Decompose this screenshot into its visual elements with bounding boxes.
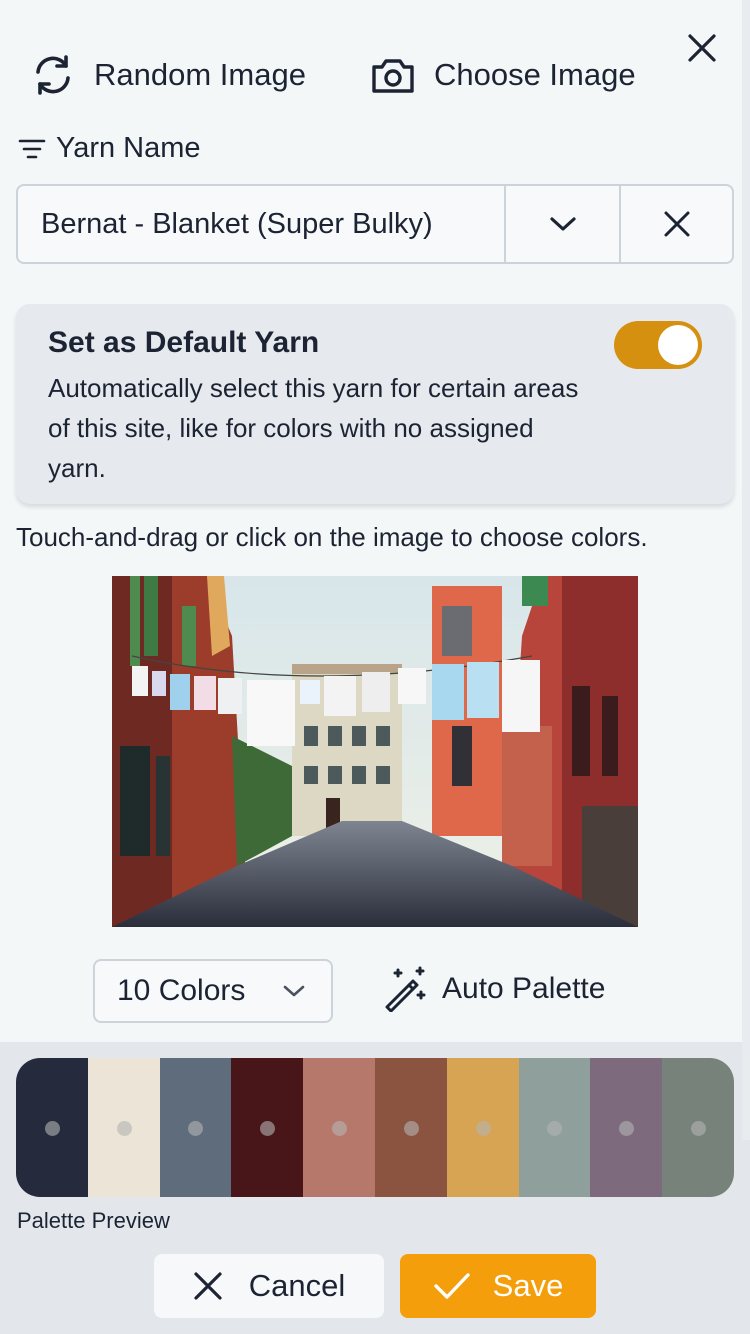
color-count-select[interactable]: 10 Colors bbox=[93, 959, 333, 1023]
swatch-handle[interactable] bbox=[116, 1120, 132, 1136]
chevron-down-icon bbox=[549, 217, 576, 231]
palette-swatch[interactable] bbox=[446, 1058, 519, 1197]
palette-swatch[interactable] bbox=[87, 1058, 160, 1197]
filter-icon bbox=[18, 139, 46, 158]
magic-wand-icon bbox=[385, 966, 426, 1012]
image-hint: Touch-and-drag or click on the image to … bbox=[16, 522, 648, 552]
palette-swatch[interactable] bbox=[662, 1058, 734, 1197]
color-count-value: 10 Colors bbox=[117, 974, 246, 1007]
swatch-handle[interactable] bbox=[547, 1120, 563, 1136]
palette-swatch[interactable] bbox=[518, 1058, 591, 1197]
yarn-name-text: Yarn Name bbox=[56, 132, 201, 164]
save-label: Save bbox=[492, 1268, 564, 1303]
swatch-handle[interactable] bbox=[475, 1120, 491, 1136]
source-image[interactable] bbox=[112, 576, 638, 927]
swatch-handle[interactable] bbox=[403, 1120, 419, 1136]
swatch-handle[interactable] bbox=[619, 1120, 635, 1136]
auto-palette-label: Auto Palette bbox=[442, 972, 606, 1005]
choose-image-button[interactable]: Choose Image bbox=[370, 55, 636, 95]
yarn-dropdown-button[interactable] bbox=[506, 186, 619, 262]
check-icon bbox=[433, 1273, 470, 1299]
random-image-button[interactable]: Random Image bbox=[30, 52, 306, 98]
close-icon bbox=[664, 211, 689, 237]
close-icon bbox=[194, 1272, 222, 1300]
yarn-name-label: Yarn Name bbox=[18, 132, 201, 165]
yarn-select[interactable]: Bernat - Blanket (Super Bulky) bbox=[16, 184, 734, 264]
palette-swatch[interactable] bbox=[590, 1058, 663, 1197]
scrollbar[interactable] bbox=[742, 0, 750, 1140]
close-icon bbox=[688, 34, 716, 62]
palette-swatch[interactable] bbox=[159, 1058, 232, 1197]
swatch-handle[interactable] bbox=[332, 1120, 348, 1136]
chevron-down-icon bbox=[283, 985, 305, 997]
palette-swatch[interactable] bbox=[374, 1058, 447, 1197]
cancel-label: Cancel bbox=[248, 1268, 346, 1303]
image-actions: Random Image Choose Image bbox=[30, 52, 636, 98]
street-photo bbox=[112, 576, 638, 927]
default-yarn-card: Set as Default Yarn Automatically select… bbox=[16, 304, 734, 504]
yarn-select-value[interactable]: Bernat - Blanket (Super Bulky) bbox=[18, 186, 506, 262]
save-button[interactable]: Save bbox=[400, 1254, 596, 1318]
refresh-icon bbox=[36, 55, 70, 95]
toggle-knob bbox=[658, 325, 698, 365]
palette-swatch[interactable] bbox=[231, 1058, 304, 1197]
swatch-handle[interactable] bbox=[260, 1120, 276, 1136]
close-button[interactable] bbox=[682, 28, 722, 68]
default-yarn-title: Set as Default Yarn bbox=[48, 326, 320, 359]
palette-preview-label: Palette Preview bbox=[17, 1208, 170, 1233]
palette-swatch[interactable] bbox=[16, 1058, 88, 1197]
palette-swatch[interactable] bbox=[303, 1058, 375, 1197]
swatch-handle[interactable] bbox=[691, 1120, 707, 1136]
random-image-label: Random Image bbox=[94, 57, 306, 92]
default-yarn-toggle[interactable] bbox=[614, 321, 702, 369]
camera-icon bbox=[372, 59, 414, 93]
choose-image-label: Choose Image bbox=[433, 57, 636, 92]
palette-preview bbox=[16, 1058, 734, 1197]
cancel-button[interactable]: Cancel bbox=[154, 1254, 384, 1318]
yarn-clear-button[interactable] bbox=[619, 186, 732, 262]
auto-palette-button[interactable]: Auto Palette bbox=[382, 966, 605, 1012]
swatch-handle[interactable] bbox=[188, 1120, 204, 1136]
default-yarn-description: Automatically select this yarn for certa… bbox=[48, 373, 579, 483]
swatch-handle[interactable] bbox=[44, 1120, 60, 1136]
